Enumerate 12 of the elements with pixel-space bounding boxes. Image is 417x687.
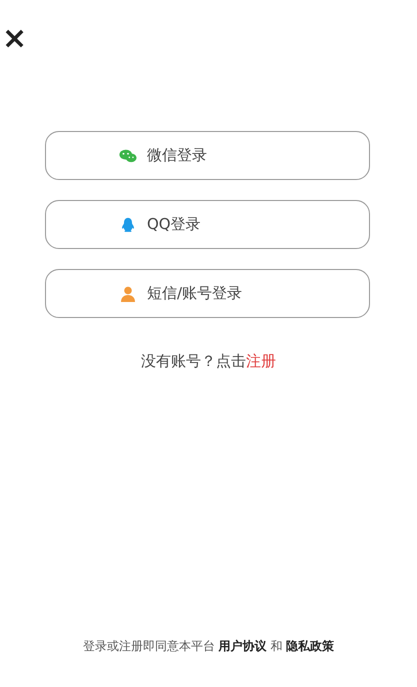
chat-bubbles-icon [119,148,137,164]
agreement-text: 登录或注册即同意本平台 用户协议 和 隐私政策 [82,638,336,655]
login-button[interactable]: 微信登录 [45,131,370,180]
privacy-link[interactable]: 隐私政策 [286,639,334,653]
register-link[interactable]: 注册 [246,352,276,370]
login-button[interactable]: QQ登录 [45,200,370,249]
penguin-icon [119,216,137,232]
close-button[interactable]: × [0,24,28,54]
terms-link[interactable]: 用户协议 [218,639,267,653]
person-icon [119,286,137,302]
register-prompt: 没有账号？点击注册 [140,352,277,371]
login-button[interactable]: 短信/账号登录 [45,269,370,318]
